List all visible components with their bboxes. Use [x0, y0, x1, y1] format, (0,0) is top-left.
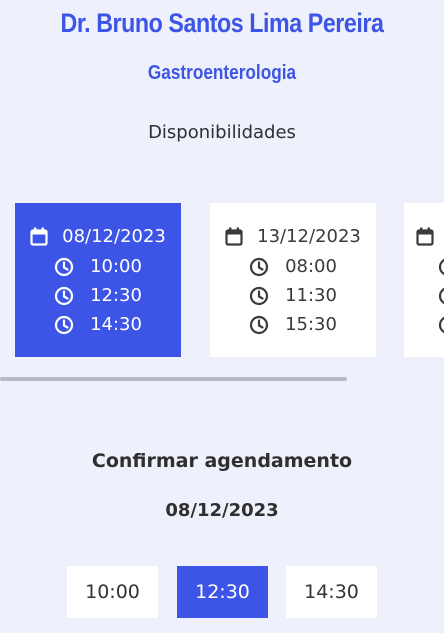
carousel-scrollbar[interactable] — [0, 377, 347, 381]
clock-icon — [54, 286, 74, 306]
clock-icon — [249, 286, 269, 306]
slot-button[interactable]: 14:30 — [286, 566, 377, 618]
clock-icon — [438, 257, 444, 277]
card-date: 13/12/2023 — [257, 225, 361, 247]
clock-icon — [249, 315, 269, 335]
time-slot[interactable] — [438, 281, 444, 310]
time-label: 12:30 — [90, 285, 142, 306]
time-slot[interactable] — [438, 310, 444, 339]
calendar-icon — [416, 227, 434, 246]
availability-carousel[interactable]: 08/12/2023 10:00 12:30 14:30 13/12/2023 … — [15, 203, 444, 357]
clock-icon — [54, 257, 74, 277]
availability-card[interactable] — [404, 203, 444, 357]
time-slot[interactable] — [438, 252, 444, 281]
time-label: 08:00 — [285, 256, 337, 277]
calendar-icon — [30, 227, 48, 246]
clock-icon — [438, 315, 444, 335]
slot-button[interactable]: 10:00 — [67, 566, 158, 618]
time-slot[interactable]: 11:30 — [249, 281, 337, 310]
clock-icon — [438, 286, 444, 306]
availability-card[interactable]: 08/12/2023 10:00 12:30 14:30 — [15, 203, 181, 357]
availability-card[interactable]: 13/12/2023 08:00 11:30 15:30 — [210, 203, 376, 357]
calendar-icon — [225, 227, 243, 246]
confirm-title: Confirmar agendamento — [91, 450, 353, 472]
time-slot[interactable]: 08:00 — [249, 252, 337, 281]
slot-button-selected[interactable]: 12:30 — [177, 566, 268, 618]
doctor-name: Dr. Bruno Santos Lima Pereira — [60, 8, 384, 38]
time-label: 15:30 — [285, 314, 337, 335]
clock-icon — [249, 257, 269, 277]
card-date: 08/12/2023 — [62, 225, 166, 247]
time-label: 14:30 — [90, 314, 142, 335]
time-label: 10:00 — [90, 256, 142, 277]
time-slot[interactable]: 14:30 — [54, 310, 142, 339]
confirm-date: 08/12/2023 — [165, 500, 279, 521]
clock-icon — [54, 315, 74, 335]
time-slot[interactable]: 15:30 — [249, 310, 337, 339]
time-slot[interactable]: 10:00 — [54, 252, 142, 281]
availability-title: Disponibilidades — [148, 122, 296, 143]
doctor-specialty: Gastroenterologia — [147, 62, 297, 84]
time-slot[interactable]: 12:30 — [54, 281, 142, 310]
time-label: 11:30 — [285, 285, 337, 306]
